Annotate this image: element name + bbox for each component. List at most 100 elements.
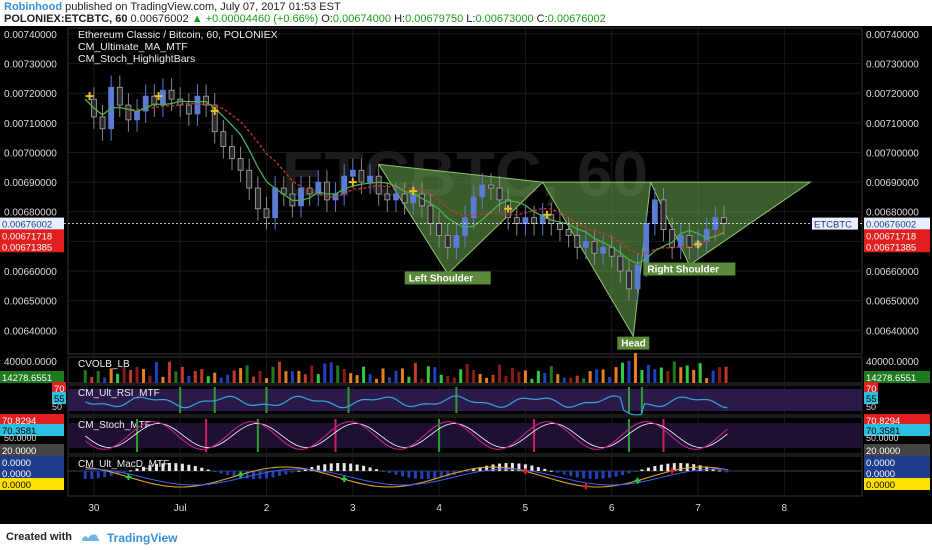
stoch-highlight-bar xyxy=(334,419,337,452)
volume-bar xyxy=(659,367,663,383)
volume-bar xyxy=(530,378,534,383)
macd-histogram-bar xyxy=(83,471,87,479)
x-tick-label: 4 xyxy=(436,503,442,514)
volume-bar xyxy=(265,378,268,383)
candle-body xyxy=(496,187,503,201)
volume-bar xyxy=(718,367,722,383)
volume-bar xyxy=(180,366,184,383)
volume-bar xyxy=(154,362,158,383)
macd-histogram-bar xyxy=(549,470,553,472)
macd-histogram-bar xyxy=(653,466,657,471)
volume-bar xyxy=(523,370,527,383)
candle-body xyxy=(384,193,391,201)
volume-bar xyxy=(685,365,689,383)
y-tick-label-left: 0.00700000 xyxy=(4,148,57,159)
macd-histogram-bar xyxy=(226,471,230,476)
volume-bar xyxy=(575,375,579,383)
volume-bar xyxy=(284,371,288,383)
macd-histogram-bar xyxy=(277,471,281,477)
macd-histogram-bar xyxy=(355,464,359,471)
x-tick-label: Jul xyxy=(174,503,187,514)
macd-histogram-bar xyxy=(122,471,126,473)
volume-bar xyxy=(116,373,120,383)
author-link[interactable]: Robinhood xyxy=(4,1,62,13)
macd-histogram-bar xyxy=(193,466,197,471)
candle-body xyxy=(565,229,572,236)
candle-body xyxy=(263,208,270,219)
created-with-text: Created with xyxy=(6,531,73,543)
stoch-highlight-bar xyxy=(662,419,665,452)
macd-histogram-bar xyxy=(154,464,158,471)
volume-bar xyxy=(666,371,670,383)
macd-histogram-bar xyxy=(465,471,469,472)
chart-area[interactable]: 30 Jul 2 3 4 5 6 7 8 0.00740000 0.00740000 0.007300… xyxy=(0,26,932,524)
volume-bar xyxy=(387,377,391,383)
volume-bar xyxy=(226,374,230,383)
macd-histogram-bar xyxy=(323,464,327,471)
macd-histogram-bar xyxy=(407,471,411,478)
volume-bar xyxy=(543,372,547,383)
macd-histogram-bar xyxy=(633,471,637,472)
candle-body xyxy=(367,175,373,183)
candle-body xyxy=(237,157,244,171)
candle-body xyxy=(220,131,227,147)
macd-histogram-bar xyxy=(413,471,417,479)
footer: Created with TradingView xyxy=(0,524,932,550)
macd-histogram-bar xyxy=(297,470,301,472)
price-tag-right: 0.00671385 xyxy=(866,242,916,253)
candle-body xyxy=(125,104,132,121)
y-tick-label-left: 0.00640000 xyxy=(4,326,57,337)
y-tick-label-left: 0.00730000 xyxy=(4,60,57,71)
macd-histogram-bar xyxy=(569,471,573,477)
price-tag-right: 0.00676002 xyxy=(866,220,916,231)
publish-header: Robinhood published on TradingView.com, … xyxy=(0,0,932,26)
macd-histogram-bar xyxy=(595,471,599,479)
candle-body xyxy=(427,205,434,224)
y-tick-label-left: 0.00710000 xyxy=(4,119,57,130)
macd-histogram-bar xyxy=(187,464,191,471)
macd-histogram-bar xyxy=(582,471,586,479)
pane-mac xyxy=(67,455,863,497)
volume-bar xyxy=(316,374,320,383)
vol-value-left: 14278.6551 xyxy=(2,373,52,384)
volume-bar xyxy=(407,376,411,383)
tradingview-brand[interactable]: TradingView xyxy=(107,531,177,545)
candle-body xyxy=(531,217,537,225)
volume-bar xyxy=(439,374,443,383)
candle-body xyxy=(401,193,408,204)
candle-body xyxy=(634,264,641,290)
macd-histogram-bar xyxy=(381,471,385,472)
volume-bar xyxy=(362,366,366,383)
volume-bar xyxy=(193,370,197,383)
y-tick-label-right: 0.00740000 xyxy=(866,30,919,41)
candle-body xyxy=(591,240,598,254)
volume-bar xyxy=(595,369,599,383)
volume-bar xyxy=(608,376,612,383)
macd-histogram-bar xyxy=(336,463,340,471)
candle-body xyxy=(669,229,676,248)
volume-bar xyxy=(698,363,702,383)
close-label: C: xyxy=(536,13,548,25)
volume-bar xyxy=(174,371,178,383)
macd-histogram-bar xyxy=(342,463,346,471)
macd-histogram-bar xyxy=(543,468,547,471)
macd-histogram-bar xyxy=(368,467,372,471)
macd-histogram-bar xyxy=(659,464,663,471)
volume-bar xyxy=(96,371,100,383)
y-tick-label-right: 0.00640000 xyxy=(866,326,919,337)
candle-body xyxy=(522,217,529,225)
volume-bar xyxy=(446,375,450,383)
macd-histogram-bar xyxy=(627,471,631,474)
stoch-tick-50-right: 50.0000 xyxy=(866,433,899,443)
chart-svg[interactable]: 30 Jul 2 3 4 5 6 7 8 0.00740000 0.00740000 0.007300… xyxy=(0,26,932,524)
candle-body xyxy=(444,235,451,248)
volume-bar xyxy=(148,375,152,383)
volume-bar xyxy=(323,363,327,383)
volume-bar xyxy=(271,366,275,383)
volume-bar xyxy=(556,374,560,383)
volume-bar xyxy=(232,370,236,383)
x-tick-label: 2 xyxy=(264,503,270,514)
volume-bar xyxy=(679,367,683,383)
macd-histogram-bar xyxy=(90,471,94,479)
volume-bar xyxy=(549,366,553,383)
